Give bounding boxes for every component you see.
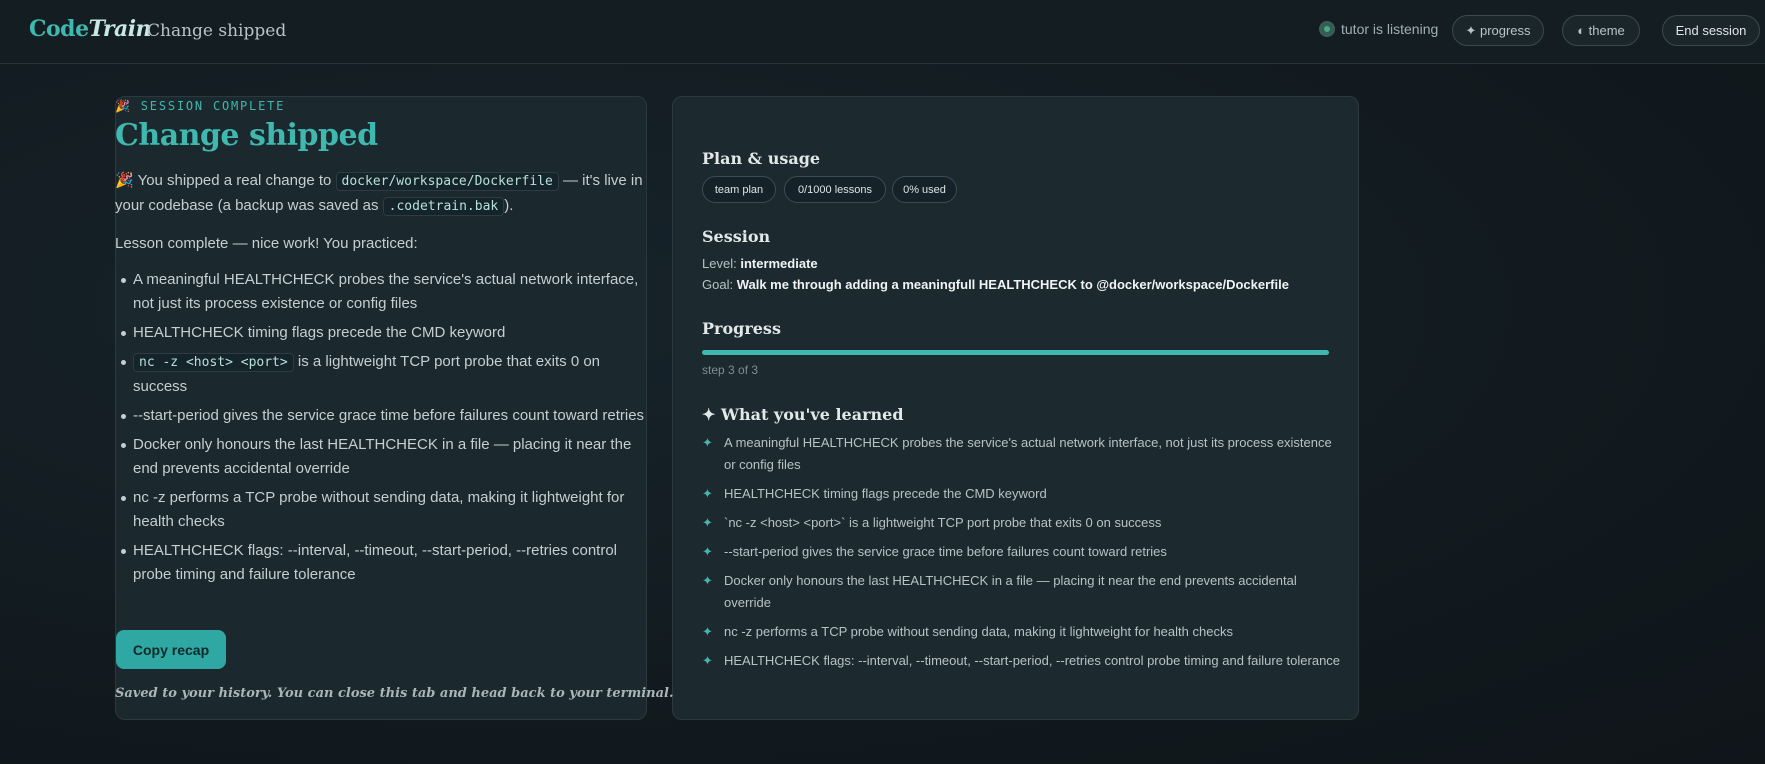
theme-button[interactable]: ◐ theme [1562, 15, 1640, 46]
shipped-file-code: docker/workspace/Dockerfile [335, 172, 559, 191]
shipped-pre-text: 🎉 You shipped a real change to [115, 172, 336, 189]
saved-note: Saved to your history. You can close thi… [115, 686, 674, 701]
brand-train-text: Train [88, 16, 152, 42]
tutor-status: tutor is listening [1319, 21, 1438, 37]
learned-text: Docker only honours the last HEALTHCHECK… [724, 573, 1297, 610]
list-item: ✦ HEALTHCHECK timing flags precede the CM… [702, 483, 1342, 505]
goal-value: Walk me through adding a meaningfull HEA… [736, 277, 1289, 292]
brand-code-text: Code [29, 16, 89, 42]
progress-bar-fill [702, 350, 1329, 355]
level-row: Level: intermediate [702, 256, 818, 271]
plan-chip: team plan [702, 176, 776, 203]
backup-file-code: .codetrain.bak [382, 197, 505, 216]
lessons-chip: 0/1000 lessons [784, 176, 886, 203]
end-session-button[interactable]: End session [1662, 15, 1760, 46]
session-complete-eyebrow: 🎉 SESSION COMPLETE [115, 99, 286, 113]
progress-button[interactable]: ✦ progress [1452, 15, 1544, 46]
nc-command-code: nc -z <host> <port> [133, 353, 294, 372]
progress-heading: Progress [702, 319, 781, 338]
copy-recap-button[interactable]: Copy recap [116, 630, 226, 669]
sparkle-icon: ✦ [702, 435, 713, 450]
sparkle-icon: ✦ [702, 515, 713, 530]
top-bar: CodeTrain Change shipped tutor is listen… [0, 0, 1765, 64]
practiced-intro: Lesson complete — nice work! You practic… [115, 235, 418, 252]
sparkle-icon: ✦ [702, 653, 713, 668]
sparkle-icon: ✦ [702, 486, 713, 501]
list-item: --start-period gives the service grace t… [115, 404, 650, 428]
sparkle-icon: ✦ [702, 573, 713, 588]
list-item: nc -z performs a TCP probe without sendi… [115, 486, 650, 534]
learned-text: HEALTHCHECK timing flags precede the CMD… [724, 486, 1047, 501]
list-item: HEALTHCHECK flags: --interval, --timeout… [115, 539, 650, 587]
learned-list: ✦ A meaningful HEALTHCHECK probes the ser… [702, 432, 1342, 679]
list-item: ✦ HEALTHCHECK flags: --interval, --timeou… [702, 650, 1342, 672]
learned-text: --start-period gives the service grace t… [724, 544, 1167, 559]
learned-text: A meaningful HEALTHCHECK probes the serv… [724, 435, 1332, 472]
sparkle-icon: ✦ [702, 624, 713, 639]
list-item: A meaningful HEALTHCHECK probes the serv… [115, 268, 650, 316]
level-label: Level: [702, 256, 737, 271]
usage-chip: 0% used [892, 176, 957, 203]
list-item: ✦ `nc -z <host> <port>` is a lightweight … [702, 512, 1342, 534]
page-title: Change shipped [147, 21, 287, 41]
learned-heading: ✦ What you've learned [702, 405, 904, 424]
shipped-message: 🎉 You shipped a real change to docker/wo… [115, 169, 650, 219]
list-item: Docker only honours the last HEALTHCHECK… [115, 433, 650, 481]
sparkle-icon: ✦ [702, 544, 713, 559]
practiced-list: A meaningful HEALTHCHECK probes the serv… [115, 268, 650, 592]
learned-text: nc -z performs a TCP probe without sendi… [724, 624, 1233, 639]
list-item: ✦ nc -z performs a TCP probe without send… [702, 621, 1342, 643]
step-indicator: step 3 of 3 [702, 363, 759, 377]
status-dot-icon [1319, 21, 1335, 37]
level-value: intermediate [740, 256, 818, 271]
plan-heading: Plan & usage [702, 149, 821, 168]
list-item: ✦ --start-period gives the service grace … [702, 541, 1342, 563]
progress-bar [702, 350, 1329, 355]
list-item: nc -z <host> <port> is a lightweight TCP… [115, 350, 650, 399]
brand-logo[interactable]: CodeTrain [29, 16, 152, 42]
goal-label: Goal: [702, 277, 734, 292]
list-item: ✦ Docker only honours the last HEALTHCHEC… [702, 570, 1342, 614]
session-heading: Session [702, 227, 771, 246]
list-item: HEALTHCHECK timing flags precede the CMD… [115, 321, 650, 345]
list-item: ✦ A meaningful HEALTHCHECK probes the ser… [702, 432, 1342, 476]
learned-text: `nc -z <host> <port>` is a lightweight T… [724, 515, 1162, 530]
recap-heading: Change shipped [115, 118, 378, 153]
goal-row: Goal: Walk me through adding a meaningfu… [702, 277, 1289, 292]
tutor-status-text: tutor is listening [1341, 21, 1439, 37]
learned-text: HEALTHCHECK flags: --interval, --timeout… [724, 653, 1341, 668]
shipped-post-text: ). [504, 197, 514, 214]
